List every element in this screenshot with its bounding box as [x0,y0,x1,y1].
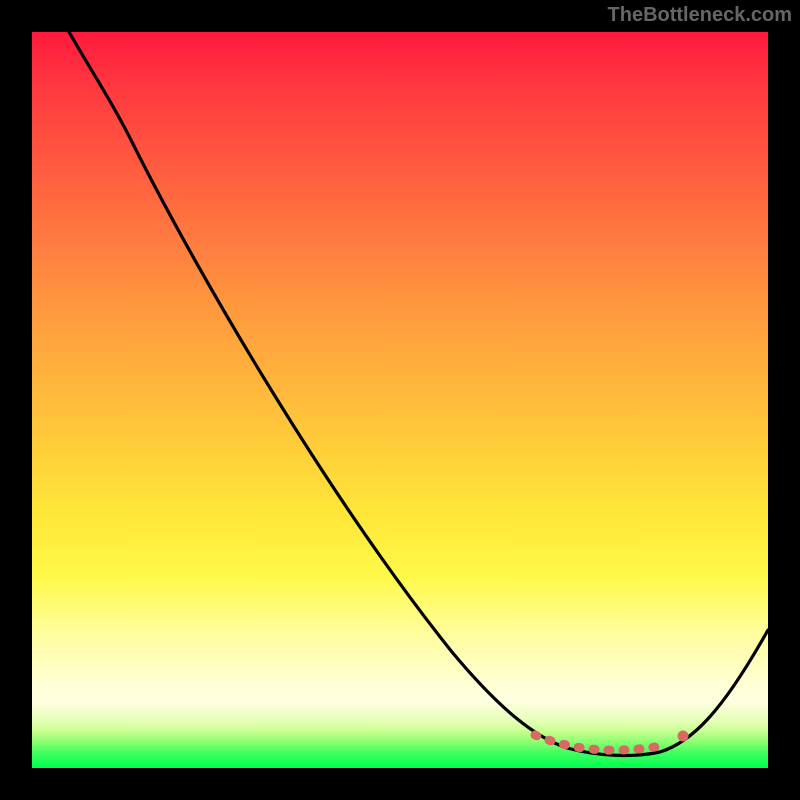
plot-area [32,32,768,768]
chart-frame: TheBottleneck.com [0,0,800,800]
bottleneck-curve [69,32,768,755]
curve-layer [32,32,768,768]
watermark-text: TheBottleneck.com [608,4,792,27]
optimal-range-end-dot [678,731,689,742]
optimal-range-marker [535,735,667,750]
